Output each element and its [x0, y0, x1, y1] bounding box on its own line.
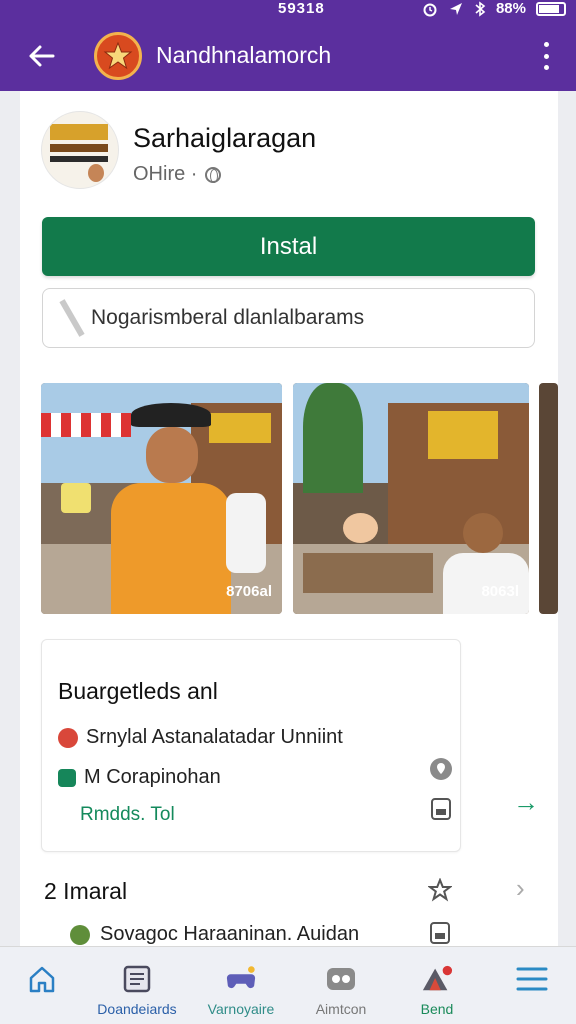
nav-label: Varnoyaire [207, 1001, 275, 1017]
gallery-photo[interactable]: 8063l [293, 383, 529, 614]
save-icon[interactable] [427, 920, 453, 946]
profile-status-text: OHire · [133, 163, 198, 185]
alarm-icon [423, 3, 437, 16]
more-dot-icon [543, 65, 549, 70]
gallery-tag: 8063l [481, 583, 519, 600]
globe-icon [205, 166, 222, 183]
gallery-tag: 8706al [226, 583, 272, 600]
badge-icon [58, 727, 78, 748]
list-item[interactable]: M Corapinohan [58, 766, 221, 789]
list-item-label: Sovagoc Haraaninan. Auidan [100, 923, 360, 945]
save-icon[interactable] [428, 796, 454, 822]
controller-icon [325, 963, 357, 995]
home-icon [26, 963, 58, 995]
install-button[interactable]: Instal [42, 217, 535, 276]
profile-status: OHire · [133, 163, 222, 186]
location-icon [449, 2, 462, 15]
nav-games[interactable]: Varnoyaire [200, 947, 282, 1024]
status-bar: 59318 88% [0, 0, 576, 20]
nav-home[interactable] [10, 947, 74, 1024]
main-card: Sarhaiglaragan OHire · Instal Nogarismbe… [20, 91, 558, 951]
back-button[interactable] [20, 35, 62, 77]
section-title: Buargetleds anl [58, 678, 218, 704]
profile-name: Sarhaiglaragan [133, 123, 317, 153]
more-dot-icon [543, 53, 549, 59]
bluetooth-icon [475, 0, 486, 17]
nav-dashboards[interactable]: Doandeiards [84, 947, 190, 1024]
list-item[interactable]: Sovagoc Haraaninan. Auidan [70, 923, 359, 946]
chevron-right-icon[interactable]: › [516, 873, 525, 904]
more-dot-icon [543, 42, 549, 47]
section-title: 2 Imaral [44, 878, 128, 904]
list-item-label: M Corapinohan [84, 766, 221, 788]
location-pin-icon[interactable] [428, 756, 454, 782]
search-value: Nogarismberal dlanlalbarams [91, 306, 365, 329]
details-link[interactable]: Rmdds. Tol [80, 804, 175, 826]
screenshot-gallery[interactable]: 8706al 8063l [41, 383, 558, 614]
battery-icon [536, 1, 566, 16]
top-bar: 59318 88% Nandhnalamorch [0, 0, 576, 91]
nav-alerts[interactable]: Bend [400, 947, 474, 1024]
chat-icon [58, 768, 76, 787]
gallery-photo[interactable]: 8706al [41, 383, 282, 614]
arrow-right-icon[interactable]: → [513, 787, 539, 818]
search-field[interactable]: Nogarismberal dlanlalbarams [42, 288, 535, 348]
list-item-label: Srnylal Astanalatadar Unniint [86, 726, 343, 748]
overflow-menu-button[interactable] [542, 42, 550, 70]
nav-menu[interactable] [500, 947, 564, 1024]
nav-label: Bend [420, 1001, 454, 1017]
back-arrow-icon [29, 45, 55, 66]
battery-percent: 88% [495, 0, 526, 17]
status-time: 59318 [278, 0, 325, 17]
app-bar: Nandhnalamorch [0, 28, 576, 83]
nav-label: Doandeiards [97, 1001, 177, 1017]
nav-account[interactable]: Aimtcon [298, 947, 384, 1024]
list-item[interactable]: Srnylal Astanalatadar Unniint [58, 726, 343, 749]
info-block: Buargetleds anl Srnylal Astanalatadar Un… [41, 639, 461, 852]
alert-icon [421, 963, 453, 995]
status-icons: 88% [422, 0, 566, 17]
star-outline-icon[interactable] [427, 877, 453, 903]
app-logo [94, 31, 142, 80]
nav-label: Aimtcon [315, 1001, 367, 1017]
profile-avatar[interactable] [41, 111, 119, 189]
app-title: Nandhnalamorch [156, 42, 332, 68]
document-icon [121, 963, 153, 995]
bottom-navigation: Doandeiards Varnoyaire Aimtcon Bend [0, 946, 576, 1024]
menu-icon [516, 963, 548, 995]
pen-icon [57, 298, 87, 338]
star-emblem-icon [103, 41, 133, 69]
category-icon [70, 924, 90, 945]
gallery-photo[interactable] [539, 383, 558, 614]
gamepad-icon [225, 963, 257, 995]
